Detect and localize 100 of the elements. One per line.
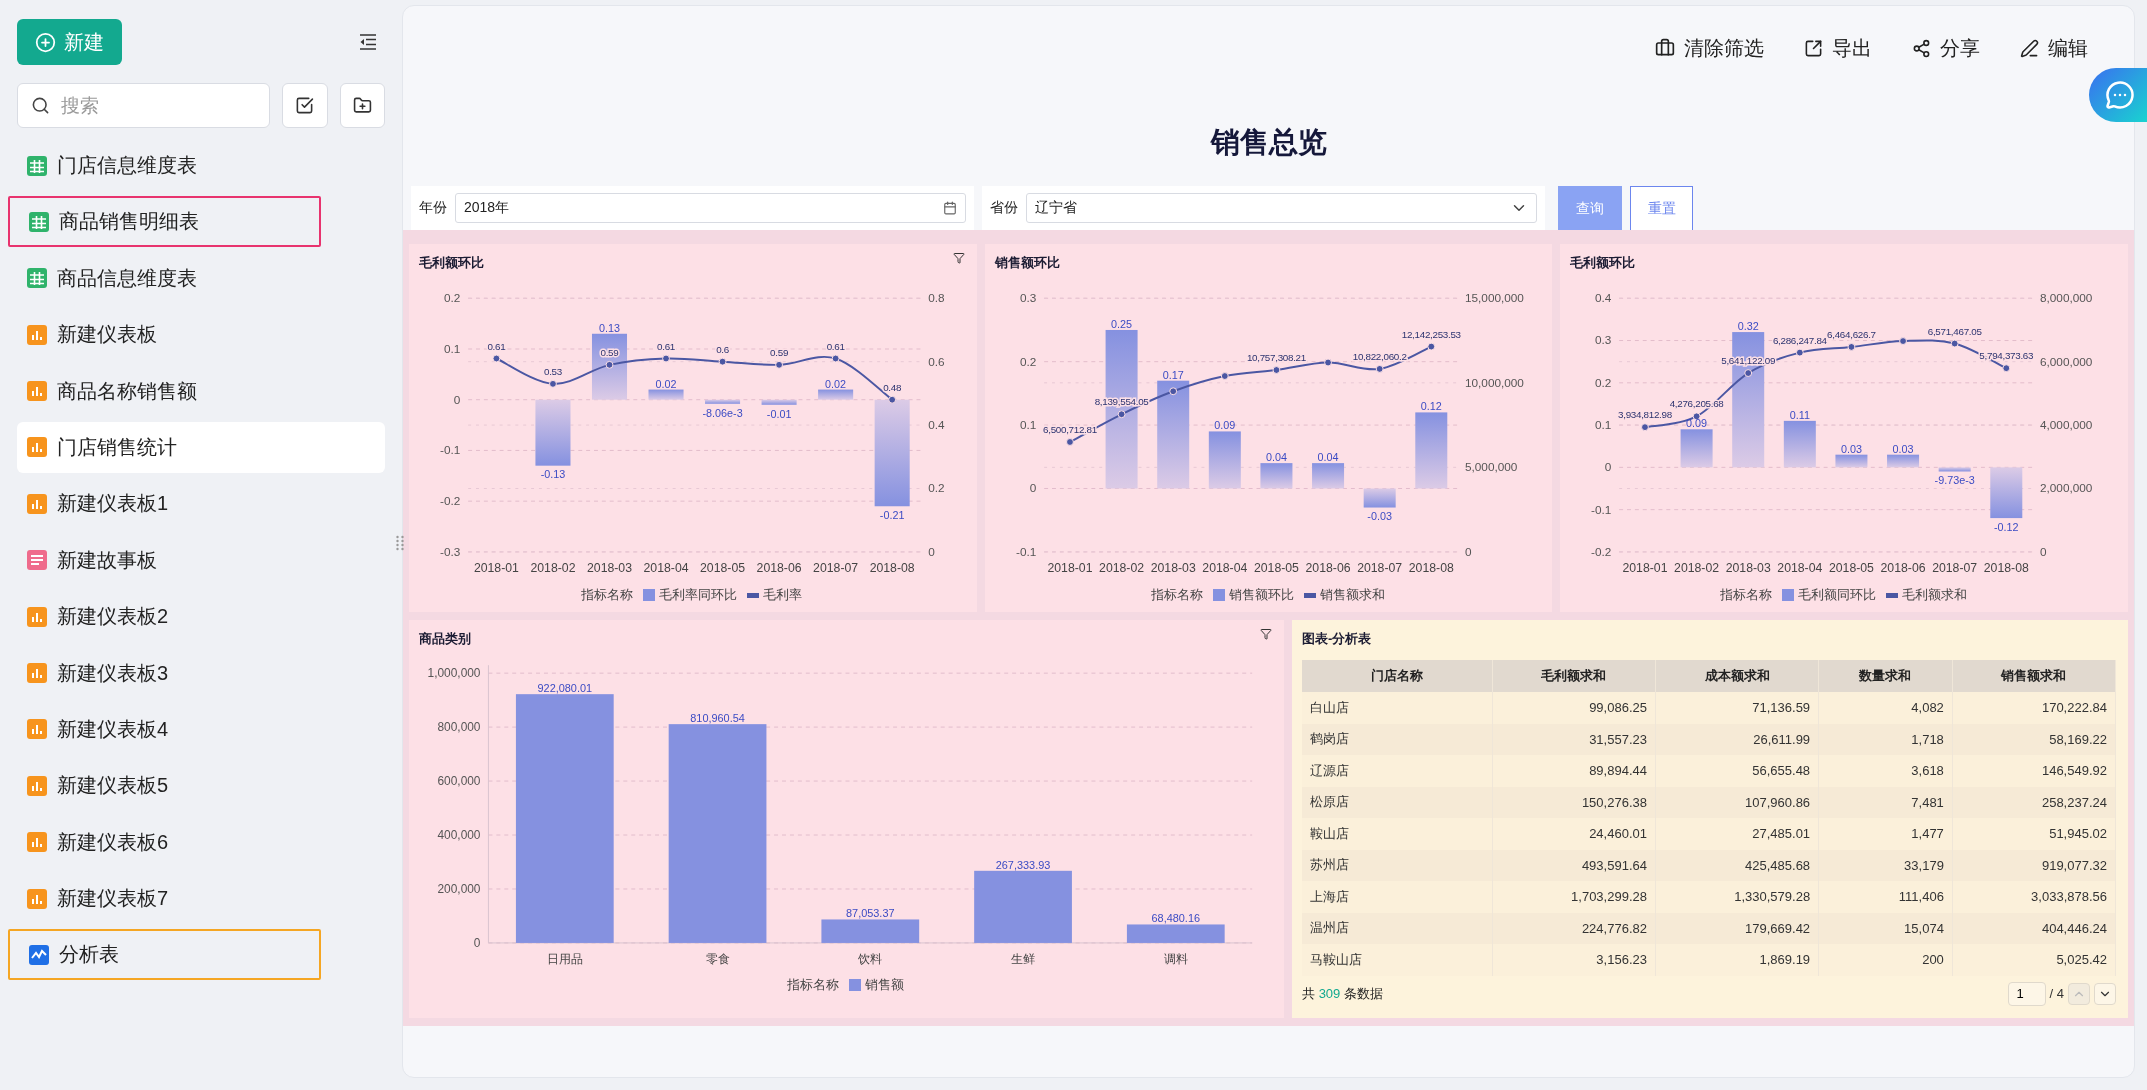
axis-label: 2018-07 <box>1356 560 1402 575</box>
axis-label: 2018-08 <box>1984 560 2030 575</box>
legend-item[interactable]: 毛利额求和 <box>1885 586 1967 604</box>
toolbar-button[interactable]: 编辑 <box>2020 32 2088 64</box>
axis-label: 0.2 <box>1595 375 1612 389</box>
bar <box>1835 454 1868 468</box>
dashboard-icon <box>27 832 47 853</box>
data-label: 267,333.93 <box>995 858 1051 871</box>
table-icon <box>27 155 47 176</box>
legend-item[interactable]: 销售额 <box>849 976 904 994</box>
legend-item[interactable]: 毛利率 <box>747 586 803 604</box>
collapse-icon[interactable] <box>359 34 377 50</box>
axis-label: 2018-01 <box>1047 560 1093 575</box>
data-label: -0.03 <box>1367 510 1392 523</box>
sidebar-item[interactable]: 门店销售统计 <box>17 421 385 473</box>
data-label: 0.02 <box>655 377 677 390</box>
column-header[interactable]: 销售额求和 <box>1952 660 2116 692</box>
axis-label: 0.1 <box>443 341 461 355</box>
data-label: 6,571,467.05 <box>1928 325 1982 337</box>
data-label: 810,960.54 <box>690 712 745 725</box>
legend-item[interactable]: 毛利率同环比 <box>643 586 738 604</box>
legend-item[interactable]: 毛利额同环比 <box>1781 586 1876 604</box>
export-icon <box>1804 38 1823 58</box>
table-title: 图表-分析表 <box>1302 630 1372 648</box>
sidebar-item[interactable]: 新建仪表板6 <box>17 816 385 868</box>
select-button[interactable] <box>282 83 328 128</box>
toolbar-button[interactable]: 清除筛选 <box>1655 32 1764 64</box>
sidebar-item[interactable]: 新建仪表板 <box>17 309 385 361</box>
dashboard-icon <box>27 775 47 796</box>
toolbar-button[interactable]: 分享 <box>1912 32 1980 64</box>
axis-label: 0 <box>453 392 461 406</box>
axis-label: 0 <box>1029 481 1036 495</box>
axis-label: 6,000,000 <box>2040 354 2093 368</box>
data-point <box>1168 387 1177 396</box>
sidebar-item[interactable]: 新建仪表板5 <box>17 760 385 812</box>
data-label: 0.59 <box>770 347 789 358</box>
data-label: 0.6 <box>716 343 729 355</box>
sidebar-item[interactable]: 商品信息维度表 <box>17 252 385 304</box>
data-point <box>1427 342 1435 351</box>
chat-button[interactable] <box>2089 68 2147 122</box>
toolbar-button[interactable]: 导出 <box>1804 32 1872 64</box>
sidebar-item[interactable]: 商品名称销售额 <box>17 365 385 417</box>
axis-label: 0 <box>2040 544 2047 558</box>
axis-label: 2018-03 <box>1150 560 1196 575</box>
data-label: 3,934,812.98 <box>1618 409 1673 421</box>
axis-label: 2018-02 <box>1674 560 1720 575</box>
legend-item[interactable]: 销售额环比 <box>1212 586 1294 604</box>
sidebar-item[interactable]: 新建仪表板3 <box>17 647 385 699</box>
column-header[interactable]: 数量求和 <box>1819 660 1953 692</box>
axis-label: 生鲜 <box>1011 951 1036 966</box>
axis-label: 0.1 <box>1019 418 1036 431</box>
data-point <box>1220 372 1229 380</box>
data-point <box>605 360 614 369</box>
data-point <box>1375 364 1384 373</box>
table-cell: 111,406 <box>1819 881 1953 913</box>
new-folder-button[interactable] <box>339 83 385 128</box>
drag-handle-icon[interactable] <box>396 535 404 551</box>
bar <box>1311 463 1344 489</box>
filter-icon[interactable] <box>952 252 965 264</box>
data-label: 0.48 <box>883 381 902 393</box>
filter-label: 年份 <box>419 199 447 217</box>
date-field[interactable]: 2018年 <box>455 193 966 223</box>
sidebar-item[interactable]: 新建仪表板2 <box>17 591 385 643</box>
bar <box>1208 431 1241 489</box>
axis-label: 0.2 <box>443 291 461 305</box>
axis-label: 0.2 <box>928 481 945 495</box>
select-field[interactable]: 辽宁省 <box>1026 193 1537 223</box>
axis-label: 2018-04 <box>643 560 689 575</box>
table-cell: 170,222.84 <box>1952 692 2116 724</box>
data-point <box>831 354 840 363</box>
filter-icon[interactable] <box>1260 628 1272 640</box>
sidebar-item[interactable]: 门店信息维度表 <box>17 140 385 191</box>
axis-label: 2018-05 <box>700 560 746 575</box>
sidebar-item[interactable]: 分析表 <box>8 929 321 981</box>
bar <box>1939 467 1971 472</box>
sidebar-item[interactable]: 新建仪表板1 <box>17 478 385 530</box>
table-cell: 鞍山店 <box>1302 818 1493 850</box>
table-cell: 200 <box>1819 944 1953 976</box>
page-field[interactable]: 1 <box>2007 981 2046 1006</box>
reset-button[interactable]: 重置 <box>1630 186 1693 232</box>
column-header[interactable]: 成本额求和 <box>1655 660 1820 692</box>
axis-label: 2018-06 <box>756 560 802 575</box>
sidebar-item[interactable]: 新建仪表板7 <box>17 873 385 925</box>
axis-label: 2018-01 <box>1622 560 1668 575</box>
data-label: 10,822,060.2 <box>1352 351 1407 363</box>
axis-label: -0.2 <box>440 494 461 508</box>
next-page-button[interactable] <box>2094 982 2116 1005</box>
legend-item[interactable]: 销售额求和 <box>1303 586 1385 604</box>
data-label: 0.04 <box>1265 451 1287 464</box>
column-header[interactable]: 毛利额求和 <box>1492 660 1656 692</box>
column-header[interactable]: 门店名称 <box>1302 660 1493 692</box>
legend-title: 指标名称 <box>1150 586 1203 604</box>
sidebar-item[interactable]: 新建故事板 <box>17 534 385 586</box>
sidebar-item[interactable]: 商品销售明细表 <box>8 196 321 248</box>
sidebar-item[interactable]: 新建仪表板4 <box>17 703 385 755</box>
axis-label: 4,000,000 <box>2040 418 2093 431</box>
search-field[interactable]: 搜索 <box>17 83 270 128</box>
axis-label: 0 <box>1605 460 1612 474</box>
table-cell: 3,033,878.56 <box>1952 881 2116 913</box>
bar <box>648 389 684 400</box>
